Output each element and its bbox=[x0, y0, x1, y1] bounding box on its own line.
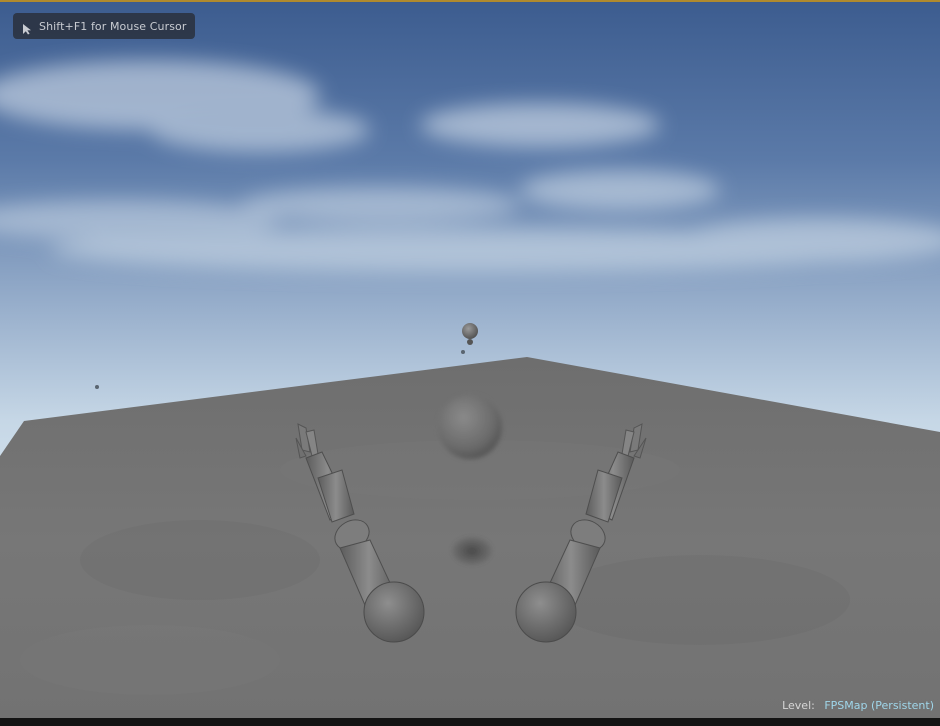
level-name: FPSMap (Persistent) bbox=[824, 699, 934, 712]
small-sphere-base bbox=[467, 339, 473, 345]
mouse-cursor-hint-text: Shift+F1 for Mouse Cursor bbox=[39, 19, 187, 33]
viewport-bottom-border bbox=[0, 718, 940, 726]
mouse-cursor-hint: Shift+F1 for Mouse Cursor bbox=[13, 13, 195, 39]
game-viewport[interactable]: Shift+F1 for Mouse Cursor Level: FPSMap … bbox=[0, 0, 940, 726]
mouse-cursor-icon bbox=[21, 20, 33, 35]
distant-marker bbox=[461, 350, 465, 354]
level-label: Level: bbox=[782, 699, 815, 712]
3d-scene[interactable] bbox=[0, 0, 940, 726]
distant-marker bbox=[95, 385, 99, 389]
projectile-shadow bbox=[452, 537, 492, 565]
level-indicator: Level: FPSMap (Persistent) bbox=[782, 699, 934, 712]
small-sphere bbox=[462, 323, 478, 339]
viewport-top-border bbox=[0, 0, 940, 2]
projectile-sphere bbox=[438, 395, 502, 459]
